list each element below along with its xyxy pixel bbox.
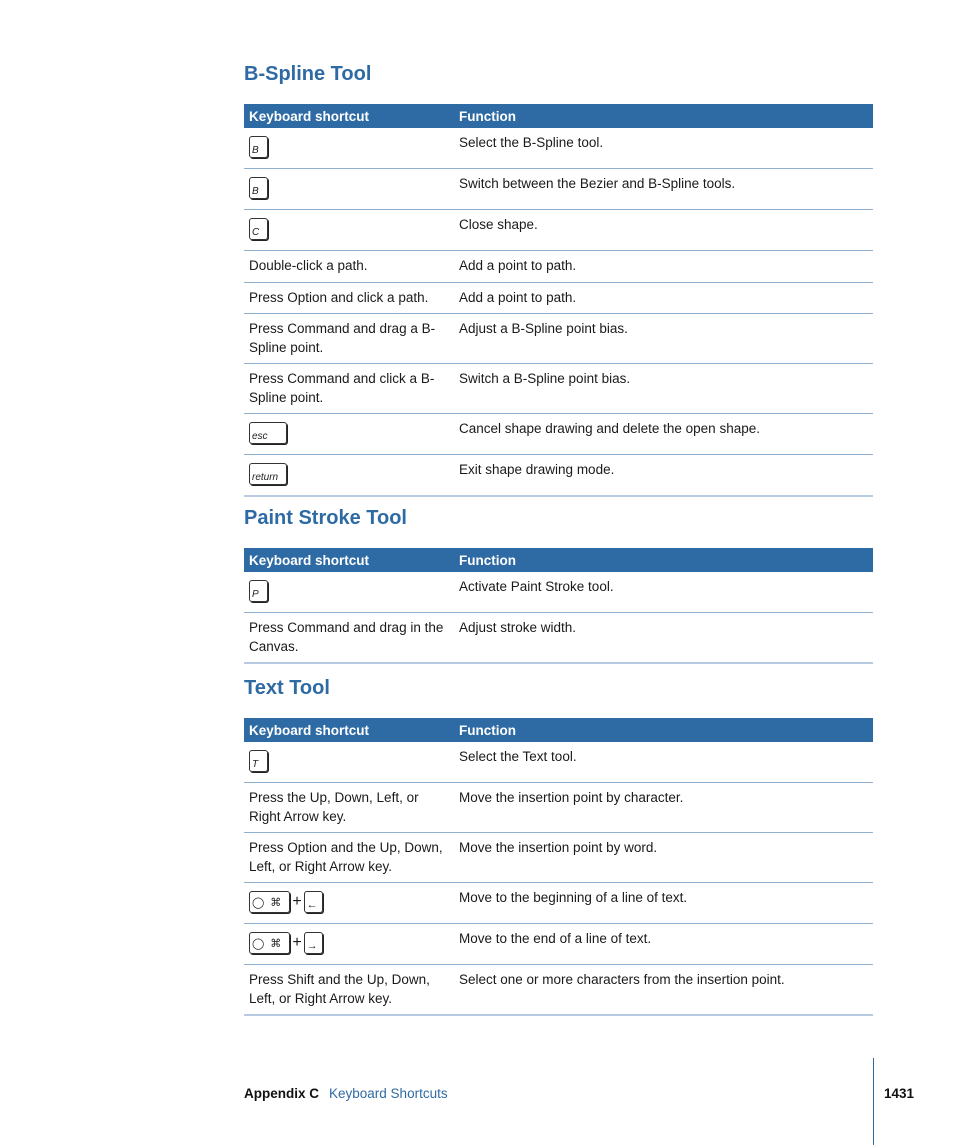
shortcut-text: Press Command and drag a B-Spline point. (244, 313, 454, 364)
right-arrow-key-icon: → (303, 932, 323, 954)
header-function: Function (454, 718, 873, 742)
table-row: Press Option and click a path. Add a poi… (244, 282, 873, 314)
table-row: B Switch between the Bezier and B-Spline… (244, 168, 873, 210)
footer-divider (873, 1058, 874, 1145)
function-text: Close shape. (454, 209, 873, 251)
header-keyboard-shortcut: Keyboard shortcut (244, 104, 454, 128)
key-b-icon: B (249, 177, 268, 199)
table-row: Press Command and drag a B-Spline point.… (244, 313, 873, 364)
key-t-icon: T (249, 750, 268, 772)
chapter-link[interactable]: Keyboard Shortcuts (329, 1086, 448, 1101)
header-keyboard-shortcut: Keyboard shortcut (244, 548, 454, 572)
shortcut-text: Press Command and drag in the Canvas. (244, 612, 454, 664)
table-row: C Close shape. (244, 209, 873, 251)
shortcut-text: Press Shift and the Up, Down, Left, or R… (244, 964, 454, 1016)
table-row: Press Command and drag in the Canvas. Ad… (244, 612, 873, 664)
function-text: Select the B-Spline tool. (454, 128, 873, 169)
table-row: esc Cancel shape drawing and delete the … (244, 413, 873, 455)
table-row: T Select the Text tool. (244, 742, 873, 783)
table-row: ◯⌘ + ← Move to the beginning of a line of … (244, 882, 873, 924)
shortcut-table: Keyboard shortcut Function B Select the … (244, 104, 873, 497)
function-text: Adjust a B-Spline point bias. (454, 313, 873, 364)
table-row: Double-click a path. Add a point to path… (244, 250, 873, 283)
table-row: Press Option and the Up, Down, Left, or … (244, 832, 873, 883)
apple-command-key-icon: ◯⌘ (249, 932, 291, 954)
page-footer: Appendix C Keyboard Shortcuts (244, 1086, 448, 1101)
apple-command-key-icon: ◯⌘ (249, 891, 291, 913)
function-text: Switch between the Bezier and B-Spline t… (454, 168, 873, 210)
shortcut-text: Press the Up, Down, Left, or Right Arrow… (244, 782, 454, 833)
table-row: P Activate Paint Stroke tool. (244, 572, 873, 613)
table-row: return Exit shape drawing mode. (244, 454, 873, 497)
header-keyboard-shortcut: Keyboard shortcut (244, 718, 454, 742)
key-b-icon: B (249, 136, 268, 158)
key-p-icon: P (249, 580, 268, 602)
function-text: Select one or more characters from the i… (454, 964, 873, 1016)
header-function: Function (454, 548, 873, 572)
page-number: 1431 (884, 1086, 915, 1101)
function-text: Add a point to path. (454, 250, 873, 283)
table-row: Press Command and click a B-Spline point… (244, 363, 873, 414)
function-text: Move to the beginning of a line of text. (454, 882, 873, 924)
shortcut-text: Press Option and the Up, Down, Left, or … (244, 832, 454, 883)
plus-sign: + (292, 934, 302, 951)
plus-sign: + (292, 893, 302, 910)
table-row: ◯⌘ + → Move to the end of a line of text. (244, 923, 873, 965)
shortcut-text: Double-click a path. (244, 250, 454, 283)
appendix-label: Appendix C (244, 1086, 320, 1101)
function-text: Cancel shape drawing and delete the open… (454, 413, 873, 455)
function-text: Move the insertion point by character. (454, 782, 873, 833)
table-row: B Select the B-Spline tool. (244, 128, 873, 169)
key-c-icon: C (249, 218, 268, 240)
shortcut-table: Keyboard shortcut Function P Activate Pa… (244, 548, 873, 664)
section-text-tool: Text Tool Keyboard shortcut Function T S… (244, 675, 873, 1016)
key-esc-icon: esc (249, 422, 287, 444)
left-arrow-key-icon: ← (303, 891, 323, 913)
function-text: Adjust stroke width. (454, 612, 873, 664)
section-title: B-Spline Tool (244, 63, 372, 85)
shortcut-table: Keyboard shortcut Function T Select the … (244, 718, 873, 1016)
table-row: Press Shift and the Up, Down, Left, or R… (244, 964, 873, 1016)
section-b-spline-tool: B-Spline Tool Keyboard shortcut Function… (244, 61, 873, 497)
function-text: Add a point to path. (454, 282, 873, 314)
table-row: Press the Up, Down, Left, or Right Arrow… (244, 782, 873, 833)
function-text: Switch a B-Spline point bias. (454, 363, 873, 414)
shortcut-text: Press Command and click a B-Spline point… (244, 363, 454, 414)
key-return-icon: return (249, 463, 287, 485)
table-header: Keyboard shortcut Function (244, 718, 873, 742)
header-function: Function (454, 104, 873, 128)
table-header: Keyboard shortcut Function (244, 548, 873, 572)
section-title: Paint Stroke Tool (244, 507, 407, 529)
function-text: Exit shape drawing mode. (454, 454, 873, 497)
table-header: Keyboard shortcut Function (244, 104, 873, 128)
function-text: Select the Text tool. (454, 742, 873, 783)
section-paint-stroke-tool: Paint Stroke Tool Keyboard shortcut Func… (244, 505, 873, 664)
function-text: Move to the end of a line of text. (454, 923, 873, 965)
section-title: Text Tool (244, 677, 330, 699)
function-text: Move the insertion point by word. (454, 832, 873, 883)
shortcut-text: Press Option and click a path. (244, 282, 454, 314)
function-text: Activate Paint Stroke tool. (454, 572, 873, 613)
